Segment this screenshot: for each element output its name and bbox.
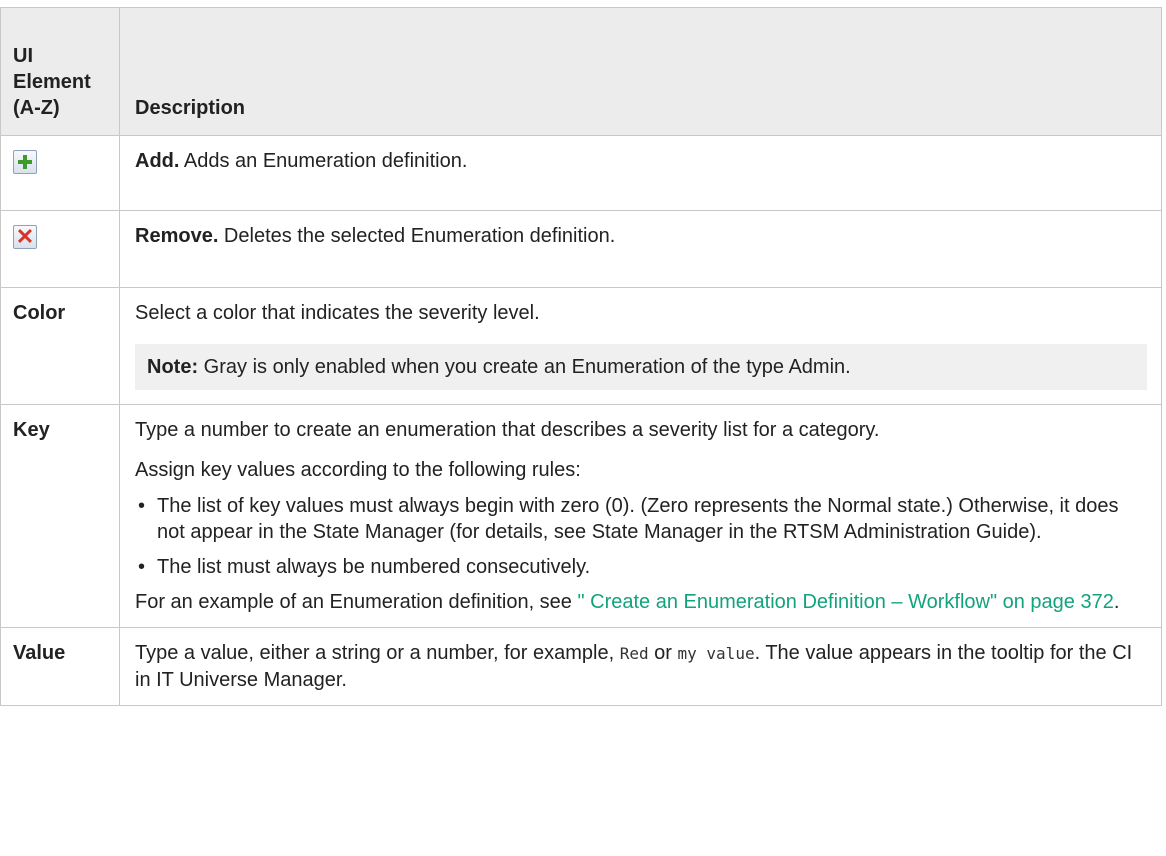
remove-cell: ✕ [0,210,120,288]
note-label: Note: [147,356,199,378]
table-row: ✕ Remove. Deletes the selected Enumerati… [0,210,1162,288]
header-ui-element: UI Element (A-Z) [0,7,120,136]
key-label: Key [0,404,120,628]
value-label: Value [0,627,120,706]
list-item: The list must always be numbered consecu… [135,554,1147,580]
add-plus-icon[interactable] [13,150,37,174]
example-prefix: For an example of an Enumeration definit… [135,591,578,613]
remove-text: Deletes the selected Enumeration definit… [218,225,616,247]
list-item: The list of key values must always begin… [135,493,1147,545]
color-label: Color [0,287,120,405]
remove-term: Remove. [135,225,219,247]
add-text: Adds an Enumeration definition. [179,150,468,172]
ui-element-table: UI Element (A-Z) Description Add. Adds a… [0,7,1162,706]
example-suffix: . [1113,591,1120,613]
add-description: Add. Adds an Enumeration definition. [119,135,1162,211]
note-box: Note: Gray is only enabled when you crea… [135,344,1147,390]
example-link[interactable]: " Create an Enumeration Definition – Wor… [577,591,1113,613]
value-text-a: Type a value, either a string or a numbe… [135,642,620,664]
code-my-value: my value [677,644,755,663]
code-red: Red [619,644,649,663]
remove-x-icon[interactable]: ✕ [13,224,37,249]
add-cell [0,135,120,211]
note-text: Gray is only enabled when you create an … [198,356,851,378]
remove-description: Remove. Deletes the selected Enumeration… [119,210,1162,288]
table-header-row: UI Element (A-Z) Description [0,7,1162,136]
add-term: Add. [135,150,180,172]
color-description: Select a color that indicates the severi… [119,287,1162,405]
key-text-1: Type a number to create an enumeration t… [135,419,880,441]
value-text-b: or [648,642,678,664]
key-rules-list: The list of key values must always begin… [135,493,1147,580]
color-text: Select a color that indicates the severi… [135,302,540,324]
table-row: Key Type a number to create an enumerati… [0,404,1162,628]
table-row: Color Select a color that indicates the … [0,287,1162,405]
header-description: Description [119,7,1162,136]
table-row: Value Type a value, either a string or a… [0,627,1162,706]
key-example: For an example of an Enumeration definit… [135,589,1147,615]
key-description: Type a number to create an enumeration t… [119,404,1162,628]
key-text-2: Assign key values according to the follo… [135,459,581,481]
table-row: Add. Adds an Enumeration definition. [0,135,1162,211]
value-description: Type a value, either a string or a numbe… [119,627,1162,706]
